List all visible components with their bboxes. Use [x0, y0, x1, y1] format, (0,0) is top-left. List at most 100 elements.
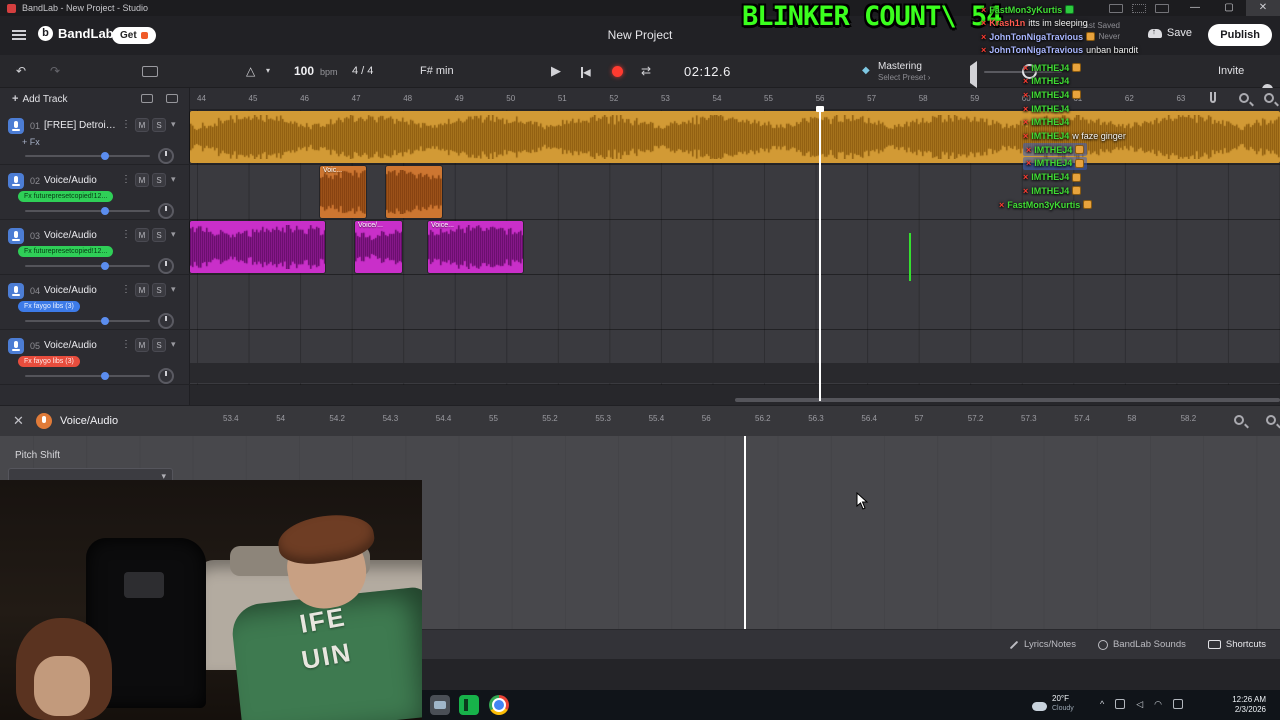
titlebar-extension-icon[interactable]: [1109, 3, 1123, 13]
track-header[interactable]: 02 Voice/Audio ⋮ M S ▾ Fx futurepresetcopied!1…: [0, 165, 190, 220]
editor-ruler-tick[interactable]: 56.3: [808, 414, 824, 423]
editor-ruler-tick[interactable]: 54.3: [383, 414, 399, 423]
track-menu-icon[interactable]: ⋮: [121, 229, 131, 240]
grid-settings-icon[interactable]: [166, 94, 178, 103]
key-signature[interactable]: F# min: [420, 65, 454, 77]
track-menu-icon[interactable]: ⋮: [121, 119, 131, 130]
ruler-tick[interactable]: 63: [1176, 94, 1185, 103]
speaker-icon[interactable]: [965, 61, 977, 88]
fx-preset-pill[interactable]: Fx faygo libs (3): [18, 301, 80, 312]
ruler-tick[interactable]: 59: [970, 94, 979, 103]
volume-handle[interactable]: [101, 372, 109, 380]
taskbar-app-kick-icon[interactable]: [459, 695, 479, 715]
ruler-tick[interactable]: 46: [300, 94, 309, 103]
ruler-tick[interactable]: 44: [197, 94, 206, 103]
mute-button[interactable]: M: [135, 283, 149, 297]
save-button[interactable]: Save: [1147, 27, 1192, 39]
volume-slider[interactable]: [25, 372, 150, 380]
editor-zoom-in-icon[interactable]: [1266, 415, 1276, 425]
ruler-tick[interactable]: 49: [455, 94, 464, 103]
taskbar-app-chrome-icon[interactable]: [489, 695, 509, 715]
skip-to-start-button[interactable]: ◀: [581, 64, 591, 82]
editor-zoom-out-icon[interactable]: [1234, 415, 1244, 425]
ruler-tick[interactable]: 60: [1022, 94, 1031, 103]
track-header[interactable]: 03 Voice/Audio ⋮ M S ▾ Fx futurepresetcopied!1…: [0, 220, 190, 275]
mic-monitor-icon[interactable]: [1210, 92, 1216, 103]
redo-icon[interactable]: ↷: [50, 64, 60, 78]
chevron-down-icon[interactable]: ▾: [171, 284, 176, 295]
record-button[interactable]: [612, 66, 623, 77]
ruler-tick[interactable]: 58: [919, 94, 928, 103]
pan-knob[interactable]: [158, 203, 174, 219]
editor-ruler-tick[interactable]: 53.4: [223, 414, 239, 423]
track-name[interactable]: Voice/Audio: [44, 175, 118, 186]
bandlab-sounds-button[interactable]: BandLab Sounds: [1097, 639, 1186, 650]
ruler-tick[interactable]: 56: [816, 94, 825, 103]
add-fx-button[interactable]: + Fx: [22, 137, 40, 147]
zoom-out-icon[interactable]: [1239, 93, 1249, 103]
titlebar-profile-icon[interactable]: [1155, 3, 1169, 13]
track-menu-icon[interactable]: ⋮: [121, 174, 131, 185]
solo-button[interactable]: S: [152, 228, 166, 242]
taskbar-clock[interactable]: 12:26 AM 2/3/2026: [1232, 695, 1266, 715]
publish-button[interactable]: Publish: [1208, 24, 1272, 46]
fx-preset-pill[interactable]: Fx futurepresetcopied!12...: [18, 191, 114, 202]
editor-ruler-tick[interactable]: 56.4: [861, 414, 877, 423]
editor-ruler-tick[interactable]: 57.3: [1021, 414, 1037, 423]
ruler-tick[interactable]: 51: [558, 94, 567, 103]
lyrics-notes-button[interactable]: Lyrics/Notes: [1009, 639, 1076, 650]
chevron-down-icon[interactable]: ▾: [171, 339, 176, 350]
track-header[interactable]: 05 Voice/Audio ⋮ M S ▾ Fx faygo libs (3): [0, 330, 190, 385]
editor-ruler-tick[interactable]: 54: [276, 414, 285, 423]
volume-slider[interactable]: [25, 317, 150, 325]
editor-ruler-tick[interactable]: 56: [702, 414, 711, 423]
editor-ruler-tick[interactable]: 55.3: [595, 414, 611, 423]
editor-ruler-tick[interactable]: 56.2: [755, 414, 771, 423]
track-name[interactable]: [FREE] Detroit Type...: [44, 120, 118, 131]
mastering-panel[interactable]: Mastering Select Preset ›: [878, 61, 930, 83]
editor-ruler-tick[interactable]: 55.4: [649, 414, 665, 423]
editor-ruler-tick[interactable]: 55.2: [542, 414, 558, 423]
audio-clip[interactable]: Voic...: [320, 166, 366, 218]
minimize-button[interactable]: —: [1178, 0, 1212, 16]
chevron-down-icon[interactable]: ▾: [171, 174, 176, 185]
taskbar-weather[interactable]: 20°F Cloudy: [1032, 694, 1074, 714]
volume-slider[interactable]: [25, 262, 150, 270]
pan-knob[interactable]: [158, 313, 174, 329]
metronome-chevron-icon[interactable]: ▾: [266, 66, 270, 75]
track-name[interactable]: Voice/Audio: [44, 230, 118, 241]
editor-ruler-tick[interactable]: 55: [489, 414, 498, 423]
titlebar-apps-icon[interactable]: [1132, 3, 1146, 13]
track-name[interactable]: Voice/Audio: [44, 340, 118, 351]
ruler-tick[interactable]: 52: [609, 94, 618, 103]
audio-clip[interactable]: [190, 111, 1280, 163]
mute-button[interactable]: M: [135, 173, 149, 187]
pan-knob[interactable]: [158, 148, 174, 164]
tray-icon[interactable]: [1115, 699, 1126, 709]
ruler-tick[interactable]: 54: [713, 94, 722, 103]
bpm-value[interactable]: 100: [294, 64, 314, 78]
volume-handle[interactable]: [101, 152, 109, 160]
zoom-in-icon[interactable]: [1264, 93, 1274, 103]
ruler-tick[interactable]: 47: [352, 94, 361, 103]
volume-handle[interactable]: [101, 262, 109, 270]
volume-handle[interactable]: [101, 317, 109, 325]
track-header[interactable]: 04 Voice/Audio ⋮ M S ▾ Fx faygo libs (3): [0, 275, 190, 330]
pan-knob[interactable]: [158, 368, 174, 384]
bar-ruler[interactable]: 44 45 46 47 48 49 50 51 52 53 54 55 56 57 58 59 60 61 62 63: [190, 88, 1280, 110]
ruler-tick[interactable]: 55: [764, 94, 773, 103]
editor-ruler-tick[interactable]: 57.2: [968, 414, 984, 423]
metronome-icon[interactable]: △: [246, 64, 255, 78]
play-button[interactable]: ▶: [551, 63, 561, 79]
track-menu-icon[interactable]: ⋮: [121, 284, 131, 295]
ruler-tick[interactable]: 50: [506, 94, 515, 103]
pan-knob[interactable]: [158, 258, 174, 274]
fx-preset-pill[interactable]: Fx faygo libs (3): [18, 356, 80, 367]
editor-playhead[interactable]: [741, 436, 749, 650]
shortcuts-button[interactable]: Shortcuts: [1207, 639, 1266, 650]
ruler-tick[interactable]: 48: [403, 94, 412, 103]
solo-button[interactable]: S: [152, 283, 166, 297]
volume-handle[interactable]: [101, 207, 109, 215]
time-signature[interactable]: 4 / 4: [352, 65, 373, 77]
solo-button[interactable]: S: [152, 173, 166, 187]
